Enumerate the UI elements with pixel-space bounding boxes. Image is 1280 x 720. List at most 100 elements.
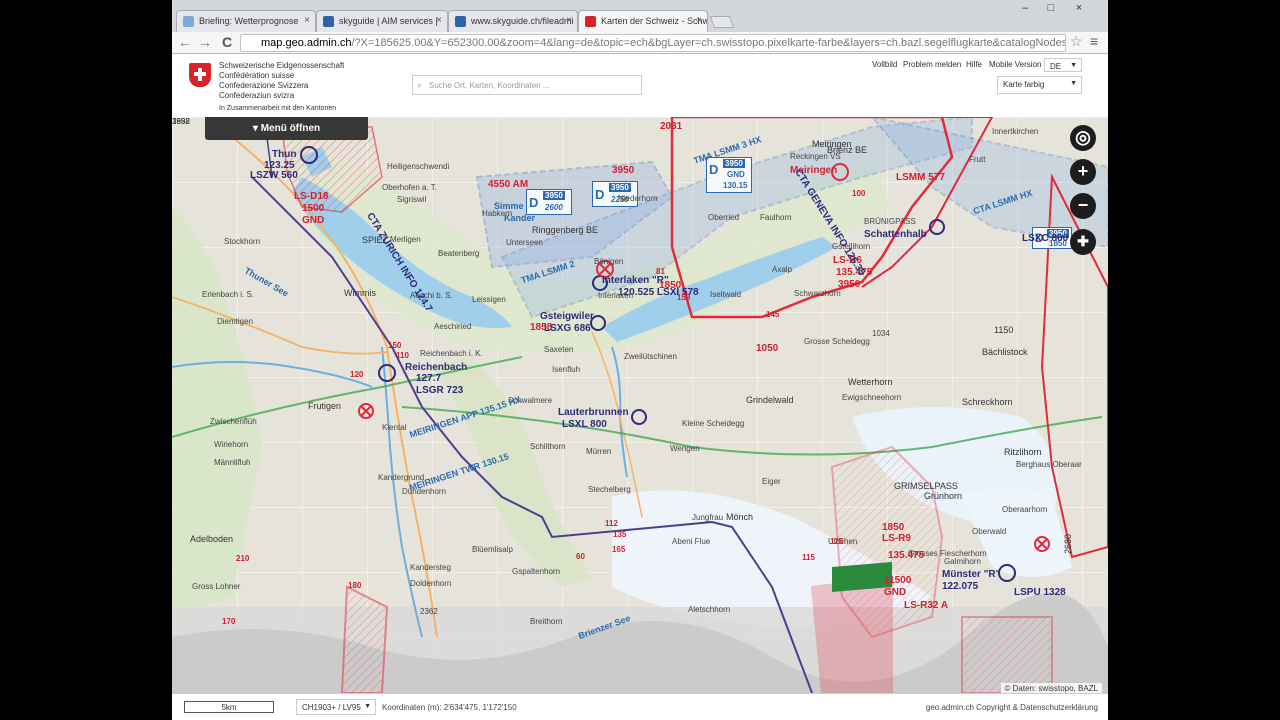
- tab-close-icon[interactable]: ×: [696, 15, 702, 26]
- map-label: Mürren: [586, 447, 612, 456]
- map-label: 115: [802, 553, 815, 562]
- page: Schweizerische Eidgenossenschaft Confédé…: [172, 54, 1108, 720]
- tab-title: Briefing: Wetterprognose: [199, 16, 299, 26]
- tab-skyguide-aim[interactable]: skyguide | AIM services | ×: [316, 10, 448, 32]
- bookmark-star-icon[interactable]: ☆: [1070, 33, 1083, 50]
- language-select[interactable]: DE ▼: [1044, 58, 1082, 72]
- tab-title: www.skyguide.ch/fileadmi: [471, 16, 574, 26]
- map-label: Reichenbach i. K.: [420, 349, 483, 358]
- map-label: Unterseen: [506, 238, 543, 247]
- close-window-icon[interactable]: ×: [1068, 2, 1090, 14]
- airspace-box: D 3950 GND 130.15: [706, 157, 752, 193]
- map-label: Wetterhorn: [848, 377, 893, 387]
- map-label: 2362: [420, 607, 438, 616]
- link-hilfe[interactable]: Hilfe: [966, 60, 982, 69]
- map-label: 11500: [884, 575, 912, 586]
- map-label: 135.475: [888, 550, 925, 561]
- airspace-class-letter: D: [709, 162, 719, 177]
- address-bar[interactable]: map.geo.admin.ch/?X=185625.00&Y=652300.0…: [240, 34, 1066, 52]
- tab-close-icon[interactable]: ×: [436, 15, 442, 26]
- tab-favicon-icon: [455, 16, 466, 27]
- reload-icon[interactable]: C: [218, 34, 236, 50]
- map-label: Doldenhorn: [410, 579, 452, 588]
- map-label: GRIMSELPASS: [894, 481, 958, 491]
- minimize-icon[interactable]: –: [1014, 2, 1036, 14]
- airspace-upper: 3950: [609, 183, 631, 192]
- map-label: Mönch: [726, 512, 754, 522]
- map-label: Niederhorn: [618, 194, 658, 203]
- map-label: 180: [348, 581, 362, 590]
- map-label: Heiligenschwendi: [387, 162, 450, 171]
- link-problem-melden[interactable]: Problem melden: [903, 60, 961, 69]
- map-label: Ritzlihorn: [1004, 447, 1042, 457]
- map-label: Grosse Scheidegg: [804, 337, 870, 346]
- open-menu-button[interactable]: ▾ Menü öffnen: [205, 117, 368, 140]
- swiss-extent-button[interactable]: ✚: [1070, 229, 1096, 255]
- map-label: LS-R9: [882, 533, 911, 544]
- map-label: Iseltwald: [710, 290, 742, 299]
- search-input[interactable]: ⌕ Suche Ort, Karten, Koordinaten ...: [412, 75, 642, 95]
- airspace-upper: 3950: [543, 191, 565, 200]
- confederation-line: Schweizerische Eidgenossenschaft: [219, 61, 345, 70]
- back-icon[interactable]: ←: [176, 34, 194, 50]
- map-label: Merligen: [390, 235, 421, 244]
- scale-bar: 5km: [184, 701, 274, 713]
- map-label: Erlenbach i. S.: [202, 290, 255, 299]
- map-label: Münster "R": [942, 569, 1001, 580]
- map-label: 112: [605, 519, 618, 528]
- airspace-lower: 2600: [545, 203, 563, 212]
- map-label: Kleine Scheidegg: [682, 419, 745, 428]
- zoom-in-button[interactable]: +: [1070, 159, 1096, 185]
- map-label: 2031: [660, 121, 683, 132]
- background-map-select[interactable]: Karte farbig ▼: [997, 76, 1082, 94]
- airspace-box: D 3950 2600: [526, 189, 572, 215]
- tab-favicon-icon: [183, 16, 194, 27]
- projection-select[interactable]: CH1903+ / LV95 ▼: [296, 699, 376, 715]
- geolocate-button[interactable]: ◎: [1070, 125, 1096, 151]
- map-label: 1050: [756, 343, 779, 354]
- link-vollbild[interactable]: Vollbild: [872, 60, 897, 69]
- tab-karten-schweiz[interactable]: Karten der Schweiz - Schw ×: [578, 10, 708, 32]
- tab-close-icon[interactable]: ×: [304, 15, 310, 26]
- new-tab-button[interactable]: [709, 16, 735, 28]
- map-label: 159: [677, 293, 691, 302]
- map-label: 145: [766, 310, 780, 319]
- map-label: Schilthorn: [530, 442, 566, 451]
- airspace-lower: GND: [727, 170, 745, 179]
- tab-skyguide-file[interactable]: www.skyguide.ch/fileadmi ×: [448, 10, 578, 32]
- map-label: Männlifluh: [214, 458, 251, 467]
- map-label: Aletschhorn: [688, 605, 731, 614]
- swiss-coat-of-arms-icon[interactable]: [189, 63, 211, 87]
- map-label: Galmihorn: [944, 557, 981, 566]
- tab-favicon-icon: [585, 16, 596, 27]
- map-label: Axalp: [772, 265, 793, 274]
- browser-window: Briefing: Wetterprognose × skyguide | AI…: [172, 0, 1108, 720]
- map-label: GND: [302, 215, 325, 226]
- maximize-icon[interactable]: □: [1040, 2, 1062, 14]
- map-label: Sigriswil: [397, 195, 427, 204]
- map-label: LSXL 800: [562, 419, 607, 430]
- map-label: Gspaltenhorn: [512, 567, 561, 576]
- map-label: Gross Lohner: [192, 582, 241, 591]
- map-label: 1858: [530, 322, 553, 333]
- forward-icon[interactable]: →: [196, 34, 214, 50]
- map-label: 1850: [882, 522, 905, 533]
- map-label: Wimmis: [344, 288, 376, 298]
- url-path: /?X=185625.00&Y=652300.00&zoom=4&lang=de…: [351, 37, 1066, 49]
- map-label: Thun: [272, 149, 297, 160]
- map-label: Diemtigen: [217, 317, 254, 326]
- map-label: Grünhorn: [924, 491, 963, 501]
- map-label: GND: [884, 587, 907, 598]
- browser-menu-icon[interactable]: ≡: [1090, 33, 1098, 49]
- map-canvas[interactable]: D 3950 2600 D 3950 2250 D 3950 GND 130.1…: [172, 117, 1108, 693]
- map-label: LSPU 1328: [1014, 587, 1066, 598]
- zoom-out-button[interactable]: −: [1070, 193, 1096, 219]
- map-label: Ringgenberg BE: [532, 225, 599, 235]
- footer-links[interactable]: geo.admin.ch Copyright & Datenschutzerkl…: [926, 703, 1098, 712]
- map-label: 1500: [302, 203, 325, 214]
- map-label: 1034: [872, 329, 890, 338]
- tab-close-icon[interactable]: ×: [566, 15, 572, 26]
- site-header: Schweizerische Eidgenossenschaft Confédé…: [172, 54, 1108, 117]
- tab-briefing[interactable]: Briefing: Wetterprognose ×: [176, 10, 316, 32]
- link-mobile-version[interactable]: Mobile Version: [989, 60, 1041, 69]
